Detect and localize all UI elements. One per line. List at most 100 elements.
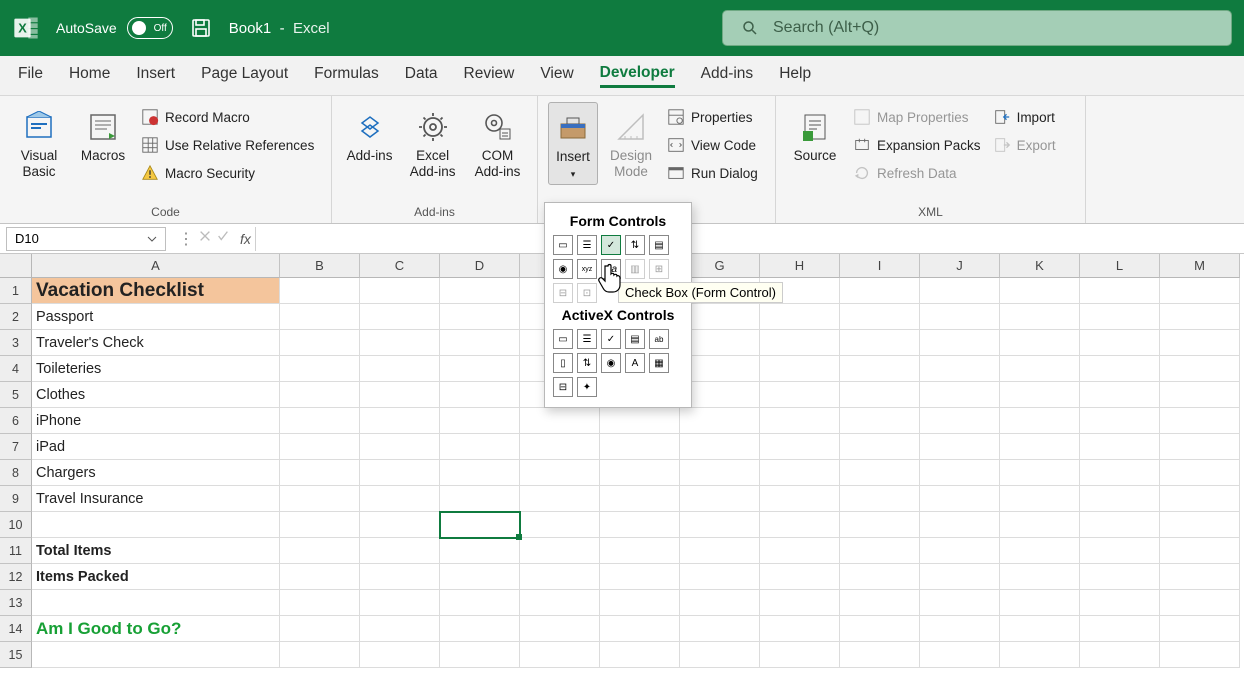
record-macro-button[interactable]: Record Macro <box>138 106 317 128</box>
commandbutton-activex[interactable]: ▭ <box>553 329 573 349</box>
cell[interactable] <box>520 512 600 538</box>
cell[interactable] <box>1080 616 1160 642</box>
row-header[interactable]: 10 <box>0 512 32 538</box>
cell[interactable] <box>680 304 760 330</box>
cell[interactable] <box>1080 512 1160 538</box>
cell[interactable] <box>520 434 600 460</box>
cell[interactable]: iPad <box>32 434 280 460</box>
column-header[interactable]: M <box>1160 254 1240 278</box>
cell[interactable] <box>440 330 520 356</box>
cell[interactable] <box>280 564 360 590</box>
row-header[interactable]: 11 <box>0 538 32 564</box>
cell[interactable]: Traveler's Check <box>32 330 280 356</box>
cell[interactable] <box>760 382 840 408</box>
cell[interactable] <box>1080 330 1160 356</box>
cell[interactable] <box>280 590 360 616</box>
checkbox-form-control[interactable]: ✓ <box>601 235 621 255</box>
enter-icon[interactable] <box>216 229 230 243</box>
cell[interactable] <box>760 304 840 330</box>
cell[interactable] <box>440 278 520 304</box>
cell[interactable] <box>1000 278 1080 304</box>
cell[interactable] <box>840 356 920 382</box>
cell[interactable] <box>280 356 360 382</box>
combobox-form-control[interactable]: ☰ <box>577 235 597 255</box>
cell[interactable] <box>600 434 680 460</box>
cell[interactable] <box>920 590 1000 616</box>
scrollbar-activex[interactable]: ▯ <box>553 353 573 373</box>
combobox-activex[interactable]: ☰ <box>577 329 597 349</box>
cell[interactable] <box>1000 330 1080 356</box>
cell[interactable] <box>760 408 840 434</box>
cell[interactable] <box>600 590 680 616</box>
cell[interactable] <box>1080 356 1160 382</box>
cell[interactable] <box>760 330 840 356</box>
listbox-activex[interactable]: ▤ <box>625 329 645 349</box>
checkbox-activex[interactable]: ✓ <box>601 329 621 349</box>
cell[interactable] <box>360 512 440 538</box>
cell[interactable] <box>440 564 520 590</box>
optionbutton-activex[interactable]: ◉ <box>601 353 621 373</box>
cell[interactable] <box>360 616 440 642</box>
cell[interactable] <box>840 278 920 304</box>
row-header[interactable]: 14 <box>0 616 32 642</box>
cell[interactable] <box>280 278 360 304</box>
cell[interactable] <box>440 304 520 330</box>
cell[interactable] <box>760 512 840 538</box>
cell[interactable] <box>1160 590 1240 616</box>
cell[interactable] <box>1160 616 1240 642</box>
column-header[interactable]: K <box>1000 254 1080 278</box>
label-activex[interactable]: A <box>625 353 645 373</box>
cell[interactable] <box>1000 564 1080 590</box>
name-box[interactable]: D10 <box>6 227 166 251</box>
cell[interactable] <box>360 304 440 330</box>
cell[interactable] <box>360 330 440 356</box>
cell[interactable] <box>680 642 760 668</box>
cell[interactable] <box>360 642 440 668</box>
cell[interactable] <box>600 564 680 590</box>
column-header[interactable]: C <box>360 254 440 278</box>
cell[interactable] <box>1080 486 1160 512</box>
cell[interactable] <box>1160 538 1240 564</box>
cell[interactable] <box>680 616 760 642</box>
cell[interactable] <box>440 382 520 408</box>
cell[interactable] <box>760 642 840 668</box>
cell[interactable] <box>920 382 1000 408</box>
cell[interactable] <box>440 642 520 668</box>
cell[interactable] <box>600 642 680 668</box>
cell[interactable] <box>440 538 520 564</box>
visual-basic-button[interactable]: Visual Basic <box>10 102 68 183</box>
cell[interactable] <box>920 304 1000 330</box>
row-header[interactable]: 5 <box>0 382 32 408</box>
cell[interactable] <box>680 486 760 512</box>
cell[interactable] <box>600 512 680 538</box>
cell[interactable] <box>1160 486 1240 512</box>
cell[interactable] <box>680 382 760 408</box>
cell[interactable] <box>840 434 920 460</box>
cell[interactable] <box>440 512 520 538</box>
cell[interactable] <box>1080 304 1160 330</box>
cell[interactable] <box>920 460 1000 486</box>
cell[interactable] <box>680 356 760 382</box>
cell[interactable] <box>1160 382 1240 408</box>
cell[interactable] <box>840 304 920 330</box>
togglebutton-activex[interactable]: ⊟ <box>553 377 573 397</box>
cell[interactable] <box>840 642 920 668</box>
cell[interactable] <box>440 408 520 434</box>
design-mode-button[interactable]: Design Mode <box>604 102 658 183</box>
cell[interactable] <box>1080 382 1160 408</box>
row-header[interactable]: 13 <box>0 590 32 616</box>
properties-button[interactable]: Properties <box>664 106 761 128</box>
cell[interactable] <box>920 434 1000 460</box>
cell[interactable]: Vacation Checklist <box>32 278 280 304</box>
cell[interactable] <box>520 616 600 642</box>
cell[interactable] <box>360 590 440 616</box>
cell[interactable] <box>1000 434 1080 460</box>
cell[interactable] <box>440 616 520 642</box>
cell[interactable] <box>600 486 680 512</box>
cell[interactable] <box>1160 564 1240 590</box>
cell[interactable] <box>1160 304 1240 330</box>
cell[interactable] <box>1000 304 1080 330</box>
tab-insert[interactable]: Insert <box>136 65 175 86</box>
cell[interactable] <box>1160 642 1240 668</box>
cell[interactable] <box>680 434 760 460</box>
